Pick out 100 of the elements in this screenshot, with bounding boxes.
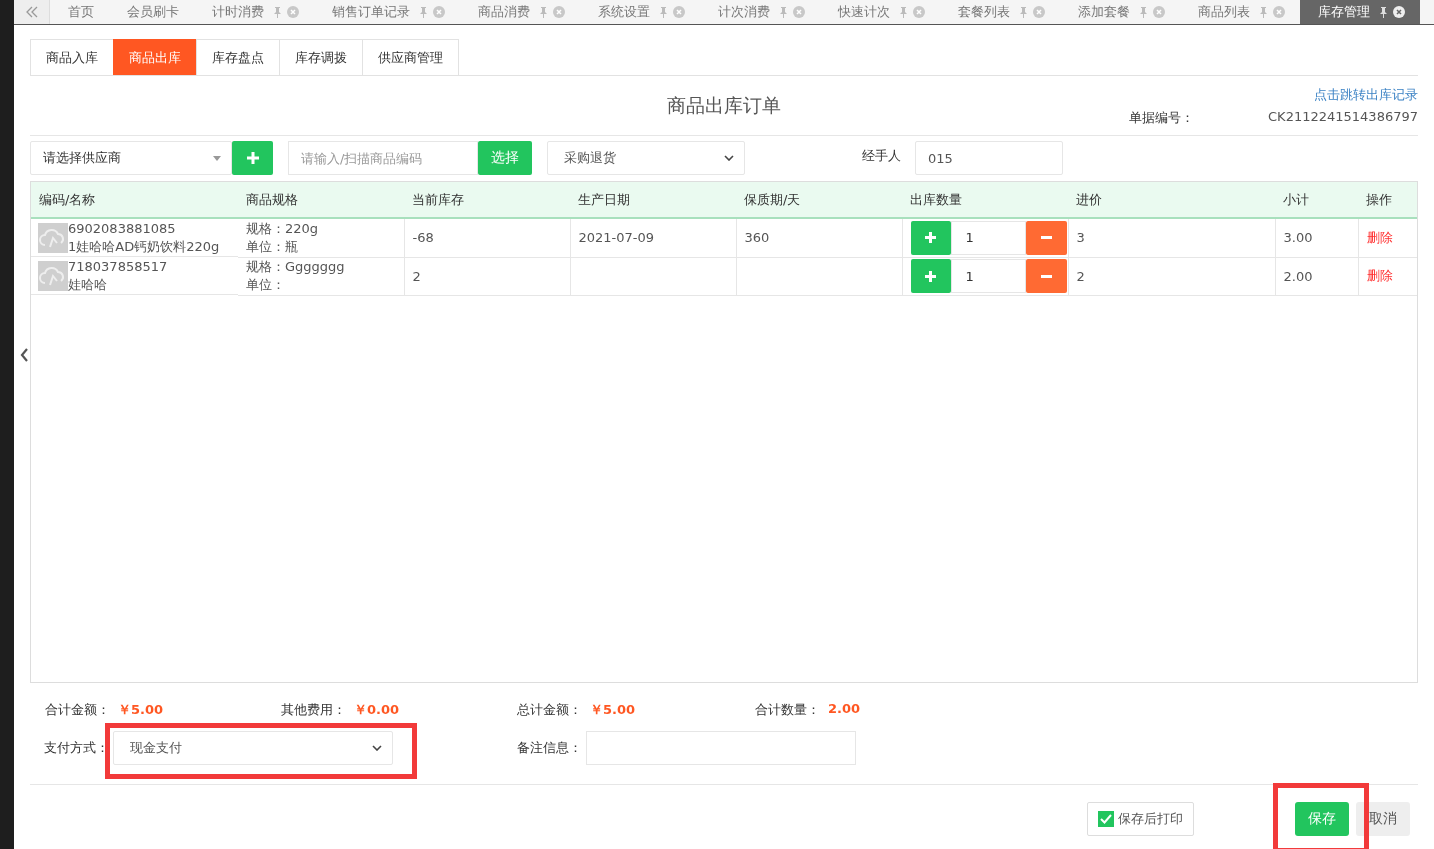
shelf-life-cell: 360 [744,230,770,246]
summary-value: ￥0.00 [354,701,400,719]
product-spec: 规格：220g [246,219,320,238]
type-select[interactable]: 采购退货 [547,141,745,175]
pin-icon[interactable] [1260,6,1267,18]
tab-label: 会员刷卡 [127,3,179,21]
close-icon[interactable] [1393,6,1405,18]
pin-icon[interactable] [1380,6,1387,18]
tab-label: 系统设置 [598,3,650,21]
page-tab[interactable]: 套餐列表 [940,0,1060,24]
plus-icon [925,270,936,282]
stock-cell: -68 [412,230,434,246]
page-tab[interactable]: 会员刷卡 [109,0,194,24]
column-header: 商品规格 [238,182,404,218]
pin-icon[interactable] [540,6,547,18]
pin-icon[interactable] [274,6,281,18]
summary-value: 2.00 [828,701,861,718]
pin-icon[interactable] [780,6,787,18]
remark-field[interactable] [586,731,856,765]
delete-link[interactable]: 删除 [1366,229,1393,245]
subtotal-cell: 3.00 [1283,230,1313,246]
supplier-select[interactable]: 请选择供应商 [30,141,232,175]
tab-label: 添加套餐 [1078,3,1130,21]
quantity-field[interactable]: 1 [950,220,1026,255]
chevron-down-icon [372,745,382,751]
product-spec: 规格：Ggggggg [246,258,346,276]
delete-link[interactable]: 删除 [1366,268,1393,283]
handler-label: 经手人 [862,147,901,165]
pin-icon[interactable] [420,6,427,18]
save-button[interactable]: 保存 [1295,802,1349,836]
decrease-button[interactable] [1025,220,1067,255]
pin-icon[interactable] [1140,6,1147,18]
tab-label: 计时消费 [212,3,264,21]
doc-number-label: 单据编号： [1129,109,1195,127]
column-header: 保质期/天 [736,182,902,218]
tab-label: 套餐列表 [958,3,1010,21]
increase-button[interactable] [910,259,951,293]
print-after-save-checkbox[interactable]: 保存后打印 [1087,802,1194,836]
select-button[interactable]: 选择 [478,141,532,175]
summary-label: 总计金额： [517,701,582,719]
tab-label: 库存管理 [1318,3,1370,21]
sub-tab[interactable]: 商品出库 [113,39,197,75]
column-header: 生产日期 [570,182,736,218]
checkbox[interactable] [1098,811,1114,827]
product-code-field[interactable]: 请输入/扫描商品编码 [288,141,478,175]
column-header: 出库数量 [902,182,1068,218]
subtotal-cell: 2.00 [1283,268,1313,284]
tab-label: 销售订单记录 [332,3,410,21]
page-tab[interactable]: 计次消费 [700,0,820,24]
payment-select[interactable]: 现金支付 [113,731,393,765]
page-tab[interactable]: 计时消费 [194,0,314,24]
column-header: 编码/名称 [31,182,238,218]
increase-button[interactable] [910,220,951,255]
page-title: 商品出库订单 [667,92,781,118]
page-tab[interactable]: 首页 [50,0,109,24]
dropdown-triangle-icon [213,155,221,161]
product-image-placeholder [38,260,68,291]
sub-tab[interactable]: 库存盘点 [196,39,280,75]
decrease-button[interactable] [1025,259,1067,293]
column-header: 当前库存 [404,182,570,218]
page-tab[interactable]: 商品列表 [1180,0,1300,24]
tab-label: 商品消费 [478,3,530,21]
page-tab[interactable]: 系统设置 [580,0,700,24]
product-name: 1娃哈哈AD钙奶饮料220g [68,237,220,256]
product-name: 娃哈哈 [68,275,108,294]
add-supplier-button[interactable] [232,141,273,175]
page-tab[interactable]: 库存管理 [1300,0,1420,24]
quantity-field[interactable]: 1 [950,259,1026,293]
column-header: 小计 [1275,182,1358,218]
page-tab[interactable]: 添加套餐 [1060,0,1180,24]
pin-icon[interactable] [900,6,907,18]
stock-cell: 2 [412,268,421,284]
column-header: 进价 [1068,182,1275,218]
chevron-left-icon[interactable] [20,348,29,362]
minus-icon [1040,274,1052,278]
product-code: 718037858517 [68,257,168,276]
summary-label: 合计数量： [755,701,820,719]
summary-value: ￥5.00 [118,701,164,719]
payment-label: 支付方式： [44,739,109,757]
product-code: 6902083881085 [68,219,177,238]
sub-tab[interactable]: 供应商管理 [362,39,459,75]
date-cell: 2021-07-09 [578,230,655,246]
record-link[interactable]: 点击跳转出库记录 [1314,86,1418,104]
page-tab[interactable]: 快速计次 [820,0,940,24]
page-tab[interactable]: 销售订单记录 [314,0,460,24]
chevron-down-icon [724,155,734,161]
scroll-left-button[interactable] [14,0,50,24]
summary-label: 其他费用： [281,701,346,719]
pin-icon[interactable] [660,6,667,18]
summary-value: ￥5.00 [590,701,636,719]
summary-label: 合计金额： [45,701,110,719]
pin-icon[interactable] [1020,6,1027,18]
page-tab[interactable]: 商品消费 [460,0,580,24]
plus-icon [246,152,259,164]
tab-label: 计次消费 [718,3,770,21]
minus-icon [1040,236,1052,240]
product-image-placeholder [38,222,68,253]
product-unit: 单位： [246,276,286,294]
handler-field[interactable]: 015 [915,141,1063,175]
plus-icon [925,232,936,244]
